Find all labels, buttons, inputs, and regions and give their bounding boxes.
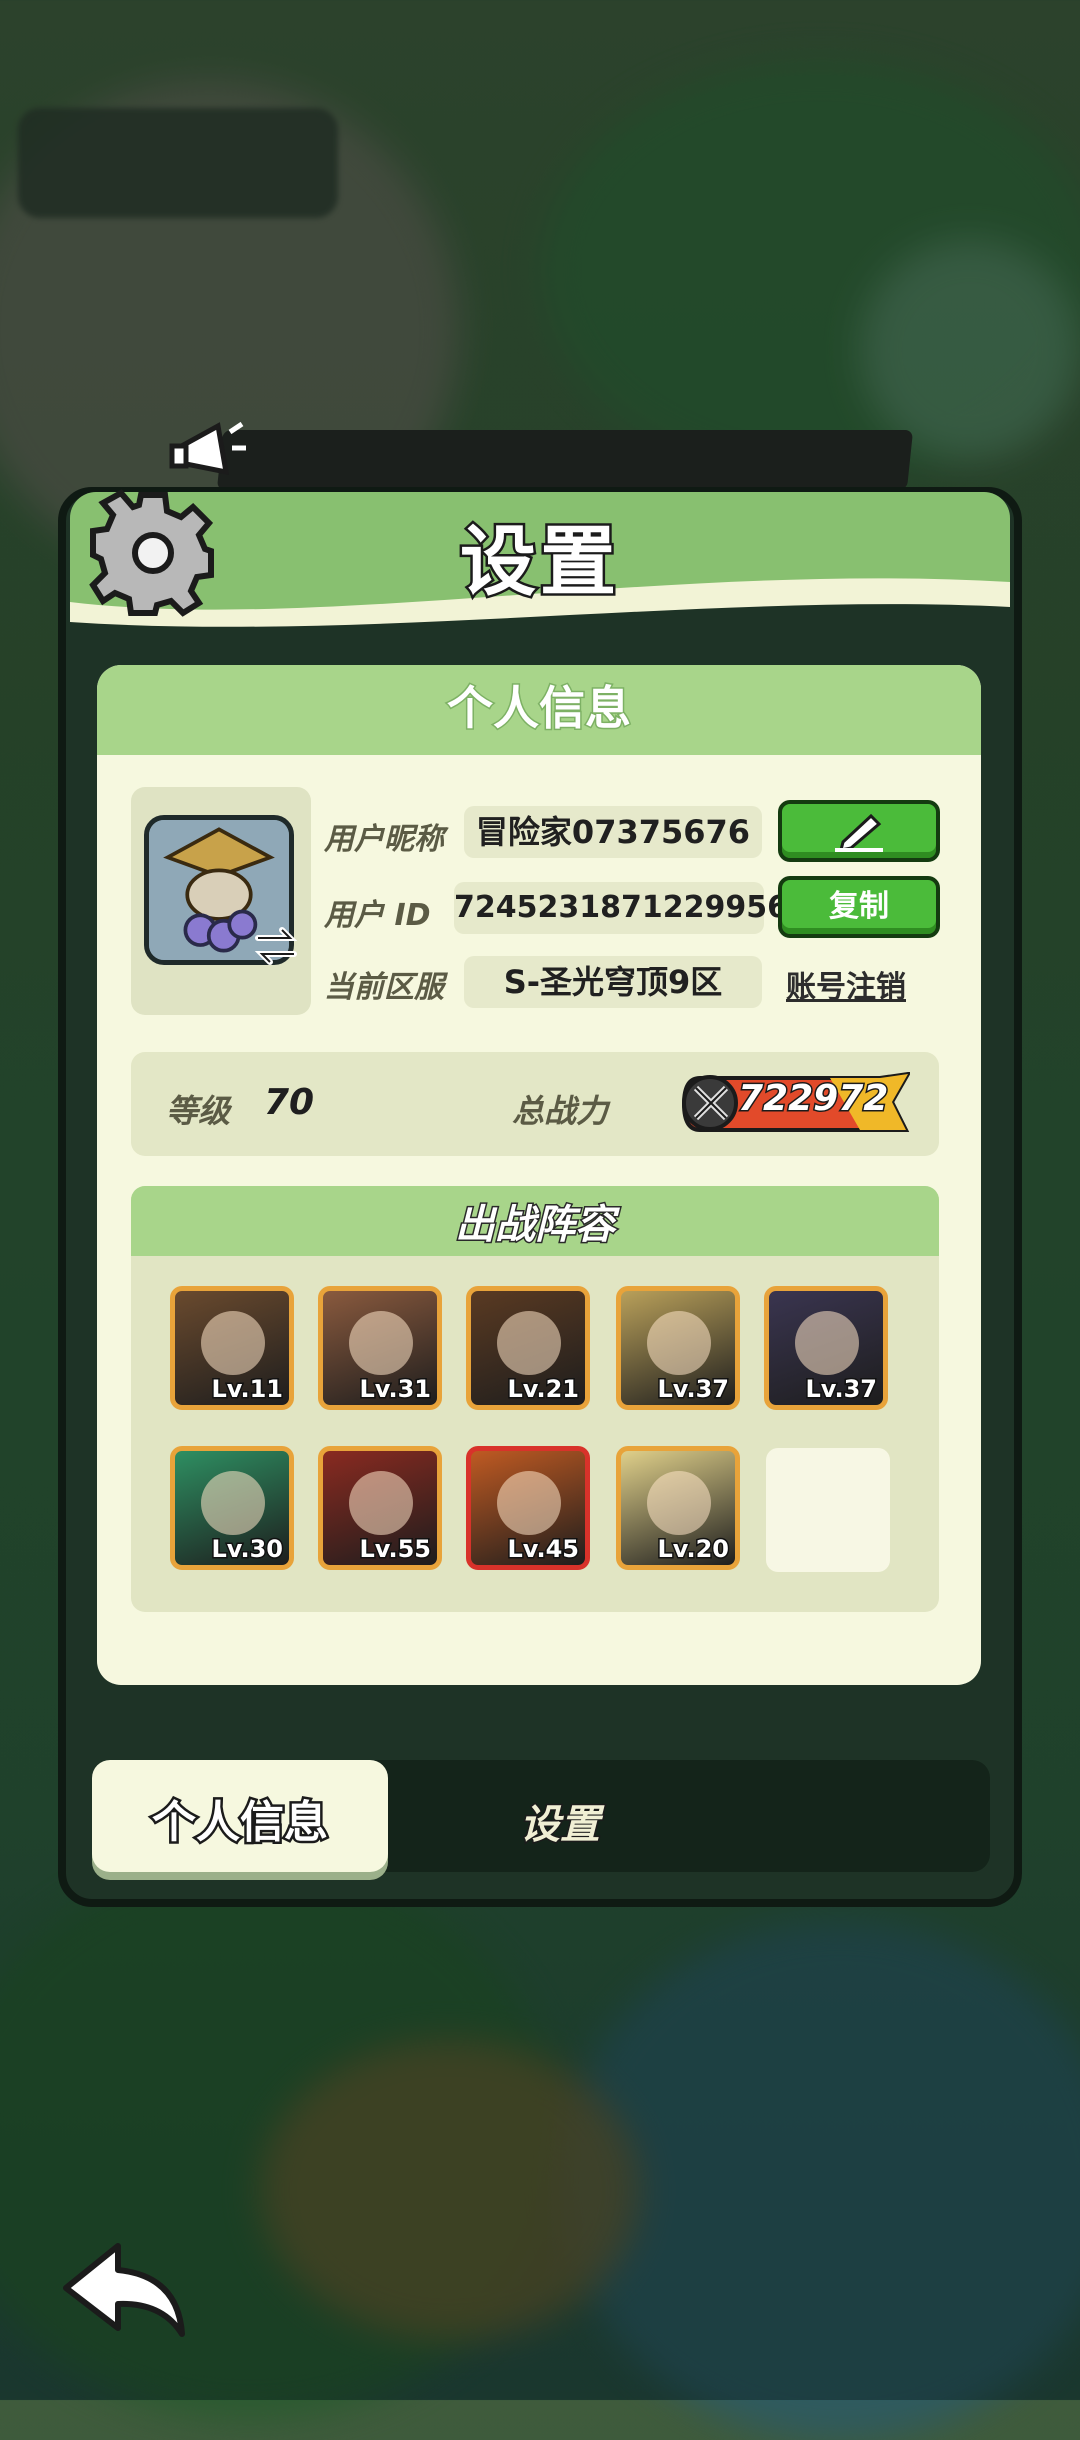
server-field: S-圣光穹顶9区 [464,956,762,1008]
hero-slot[interactable]: Lv.31 [318,1286,442,1410]
hero-portrait [647,1471,711,1535]
pencil-icon [835,813,883,852]
power-value: 722972 [736,1077,889,1121]
hero-slot[interactable]: Lv.55 [318,1446,442,1570]
hero-level: Lv.30 [210,1534,284,1565]
power-label: 总战力 [512,1092,609,1130]
copy-uid-button[interactable]: 复制 [778,876,940,938]
swap-icon[interactable] [252,922,300,970]
hero-portrait [497,1311,561,1375]
uid-field: 72452318712299560 [454,882,809,934]
hero-level: Lv.45 [506,1534,580,1565]
hero-slot[interactable]: Lv.11 [170,1286,294,1410]
hero-slot[interactable]: Lv.20 [616,1446,740,1570]
nickname-field: 冒险家07375676 [464,806,762,858]
nickname-label: 用户昵称 [324,822,444,857]
edit-nickname-button[interactable] [778,800,940,862]
cancel-account-link[interactable]: 账号注销 [786,962,906,1006]
hero-portrait [349,1471,413,1535]
back-arrow-icon[interactable] [58,2236,198,2346]
tab-personal-info-label: 个人信息 [150,1795,331,1851]
crossed-swords-icon [693,1085,729,1121]
hero-portrait [201,1311,265,1375]
hero-level: Lv.37 [656,1374,730,1405]
hero-portrait [647,1311,711,1375]
section-title: 个人信息 [446,680,633,737]
uid-label: 用户 ID [324,898,431,933]
hero-level: Lv.37 [804,1374,878,1405]
level-value: 70 [264,1082,315,1123]
empty-hero-slot[interactable] [766,1448,890,1572]
hero-slot[interactable]: Lv.37 [616,1286,740,1410]
level-label: 等级 [166,1092,231,1130]
hero-level: Lv.21 [506,1374,580,1405]
hero-slot[interactable]: Lv.21 [466,1286,590,1410]
dialog-title: 设置 [458,515,620,609]
megaphone-icon[interactable] [168,418,248,488]
hero-level: Lv.11 [210,1374,284,1405]
hero-slot[interactable]: Lv.30 [170,1446,294,1570]
hero-level: Lv.31 [358,1374,432,1405]
hero-portrait [349,1311,413,1375]
hero-portrait [497,1471,561,1535]
announcement-banner[interactable] [216,430,914,490]
hero-slot[interactable]: Lv.37 [764,1286,888,1410]
hero-slot[interactable]: Lv.45 [466,1446,590,1570]
hero-portrait [795,1311,859,1375]
hero-level: Lv.20 [656,1534,730,1565]
server-label: 当前区服 [324,970,444,1005]
hero-portrait [201,1471,265,1535]
tab-settings[interactable]: 设置 [460,1792,660,1850]
team-lineup-title: 出战阵容 [454,1201,617,1250]
hero-level: Lv.55 [358,1534,432,1565]
